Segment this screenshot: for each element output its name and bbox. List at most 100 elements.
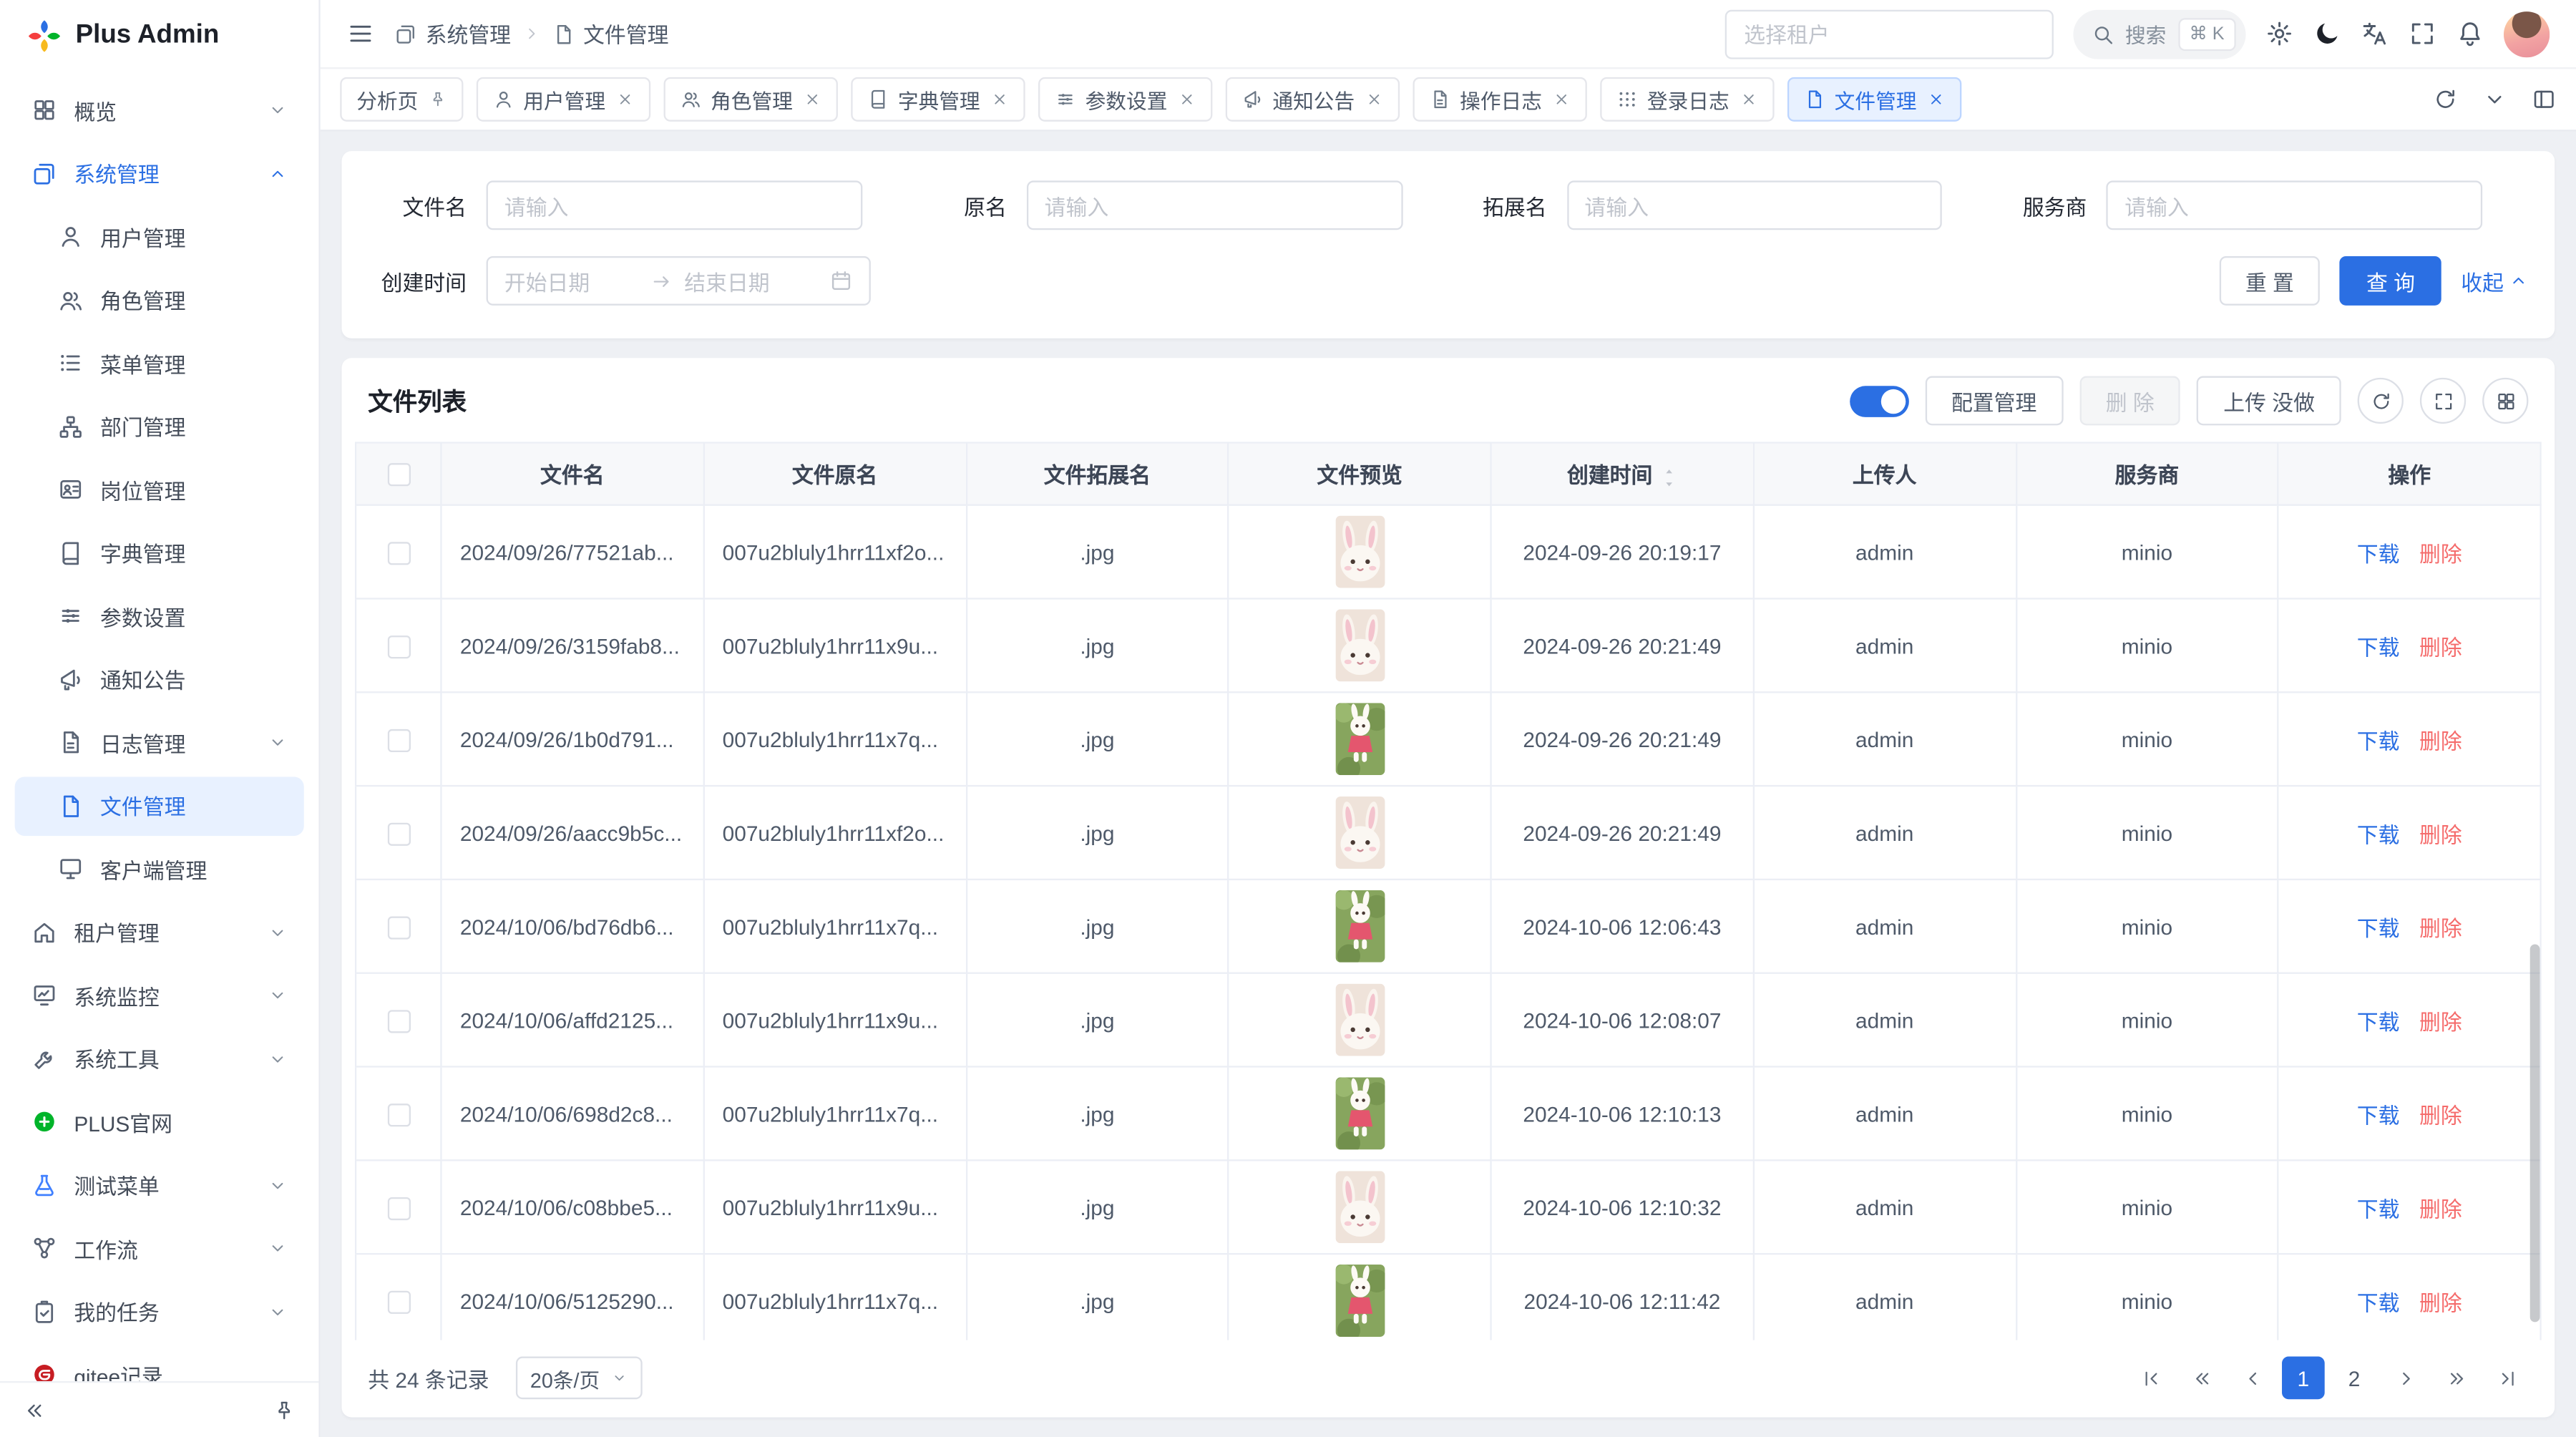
fullscreen-table-button[interactable] (2420, 378, 2466, 424)
delete-link[interactable]: 删除 (2419, 729, 2462, 753)
fullscreen-icon[interactable] (2409, 20, 2436, 48)
collapse-sidebar-button[interactable] (23, 1398, 46, 1421)
vertical-scrollbar[interactable] (2530, 945, 2540, 1322)
sidebar-item-param[interactable]: 参数设置 (15, 586, 304, 646)
row-checkbox[interactable] (387, 916, 410, 939)
page-prev-button[interactable] (2231, 1357, 2274, 1400)
close-tab-icon[interactable] (803, 90, 821, 108)
file-preview-image[interactable] (1335, 1077, 1385, 1149)
collapse-filters-link[interactable]: 收起 (2461, 266, 2528, 297)
select-all-checkbox[interactable] (387, 464, 410, 487)
sidebar-item-test[interactable]: 测试菜单 (15, 1155, 304, 1214)
settings-gear-icon[interactable] (2265, 20, 2293, 48)
download-link[interactable]: 下载 (2357, 1290, 2400, 1315)
tab-login-log[interactable]: 登录日志 (1599, 77, 1773, 122)
tab-param[interactable]: 参数设置 (1038, 77, 1211, 122)
tab-notice[interactable]: 通知公告 (1225, 77, 1399, 122)
refresh-page-button[interactable] (2433, 87, 2457, 112)
sort-desc-icon[interactable] (1661, 474, 1677, 483)
sort-asc-icon[interactable] (1661, 464, 1677, 474)
sidebar-item-gitee[interactable]: gitee记录 (15, 1345, 304, 1380)
sidebar-item-dict[interactable]: 字典管理 (15, 523, 304, 583)
tab-oper-log[interactable]: 操作日志 (1413, 77, 1586, 122)
translate-icon[interactable] (2361, 20, 2389, 48)
sidebar-item-notice[interactable]: 通知公告 (15, 650, 304, 709)
config-manage-button[interactable]: 配置管理 (1925, 376, 2063, 426)
download-link[interactable]: 下载 (2357, 1103, 2400, 1127)
sidebar-item-post[interactable]: 岗位管理 (15, 460, 304, 520)
row-checkbox[interactable] (387, 1197, 410, 1219)
download-link[interactable]: 下载 (2357, 635, 2400, 659)
file-preview-image[interactable] (1335, 890, 1385, 963)
global-search[interactable]: 搜索 ⌘ K (2072, 9, 2245, 59)
download-link[interactable]: 下载 (2357, 1009, 2400, 1033)
sidebar-item-tenant[interactable]: 租户管理 (15, 902, 304, 962)
extension-input[interactable]: 请输入 (1566, 180, 1942, 230)
file-preview-image[interactable] (1335, 1171, 1385, 1243)
file-preview-image[interactable] (1335, 984, 1385, 1056)
row-checkbox[interactable] (387, 1290, 410, 1313)
toggle-switch[interactable] (1850, 385, 1909, 417)
delete-link[interactable]: 删除 (2419, 1009, 2462, 1033)
user-avatar[interactable] (2504, 11, 2550, 57)
pin-tab-icon[interactable] (428, 90, 446, 108)
notifications-bell-icon[interactable] (2456, 20, 2484, 48)
sidebar-item-log[interactable]: 日志管理 (15, 713, 304, 772)
close-tab-icon[interactable] (1552, 90, 1570, 108)
file-name-input[interactable]: 请输入 (487, 180, 862, 230)
sidebar-item-user[interactable]: 用户管理 (15, 207, 304, 266)
page-first-button[interactable] (2129, 1357, 2172, 1400)
page-number-2[interactable]: 2 (2333, 1357, 2376, 1400)
tab-role[interactable]: 角色管理 (663, 77, 836, 122)
original-name-input[interactable]: 请输入 (1026, 180, 1402, 230)
row-checkbox[interactable] (387, 1104, 410, 1126)
row-checkbox[interactable] (387, 822, 410, 845)
page-next-button[interactable] (2384, 1357, 2426, 1400)
file-preview-image[interactable] (1335, 797, 1385, 869)
date-range-input[interactable]: 开始日期 结束日期 (487, 256, 871, 306)
hamburger-menu-icon[interactable] (346, 20, 374, 48)
page-size-select[interactable]: 20条/页 (515, 1357, 643, 1400)
sidebar-item-file[interactable]: 文件管理 (15, 776, 304, 835)
breadcrumb-item-system[interactable]: 系统管理 (394, 18, 511, 49)
sort-control[interactable] (1661, 464, 1677, 482)
sidebar-item-menu[interactable]: 菜单管理 (15, 333, 304, 393)
delete-link[interactable]: 删除 (2419, 822, 2462, 847)
file-preview-image[interactable] (1335, 516, 1385, 588)
layout-toggle-button[interactable] (2532, 87, 2556, 112)
row-checkbox[interactable] (387, 729, 410, 751)
tenant-select[interactable]: 选择租户 (1724, 9, 2053, 59)
tab-file[interactable]: 文件管理 (1787, 77, 1961, 122)
file-preview-image[interactable] (1335, 1265, 1385, 1337)
row-checkbox[interactable] (387, 1010, 410, 1033)
download-link[interactable]: 下载 (2357, 541, 2400, 565)
download-link[interactable]: 下载 (2357, 915, 2400, 940)
sidebar-item-monitor[interactable]: 系统监控 (15, 965, 304, 1025)
download-link[interactable]: 下载 (2357, 822, 2400, 847)
breadcrumb-item-file[interactable]: 文件管理 (552, 18, 668, 49)
delete-link[interactable]: 删除 (2419, 1197, 2462, 1221)
reset-button[interactable]: 重 置 (2219, 256, 2320, 306)
sidebar-item-plus-site[interactable]: PLUS官网 (15, 1092, 304, 1151)
page-fast-next-button[interactable] (2435, 1357, 2478, 1400)
tab-user[interactable]: 用户管理 (476, 77, 650, 122)
delete-link[interactable]: 删除 (2419, 541, 2462, 565)
sidebar-item-tools[interactable]: 系统工具 (15, 1029, 304, 1088)
delete-link[interactable]: 删除 (2419, 1290, 2462, 1315)
download-link[interactable]: 下载 (2357, 729, 2400, 753)
sidebar-item-workflow[interactable]: 工作流 (15, 1219, 304, 1278)
page-number-1[interactable]: 1 (2282, 1357, 2325, 1400)
pin-sidebar-button[interactable] (273, 1398, 296, 1421)
sidebar-item-client[interactable]: 客户端管理 (15, 839, 304, 899)
row-checkbox[interactable] (387, 542, 410, 565)
close-tab-icon[interactable] (990, 90, 1008, 108)
delete-selected-button[interactable]: 删 除 (2079, 376, 2180, 426)
column-settings-button[interactable] (2482, 378, 2528, 424)
close-tab-icon[interactable] (1926, 90, 1944, 108)
delete-link[interactable]: 删除 (2419, 635, 2462, 659)
provider-input[interactable]: 请输入 (2107, 180, 2482, 230)
upload-button[interactable]: 上传 没做 (2197, 376, 2341, 426)
tab-menu-chevron-button[interactable] (2482, 87, 2507, 112)
file-preview-image[interactable] (1335, 609, 1385, 681)
close-tab-icon[interactable] (1365, 90, 1382, 108)
